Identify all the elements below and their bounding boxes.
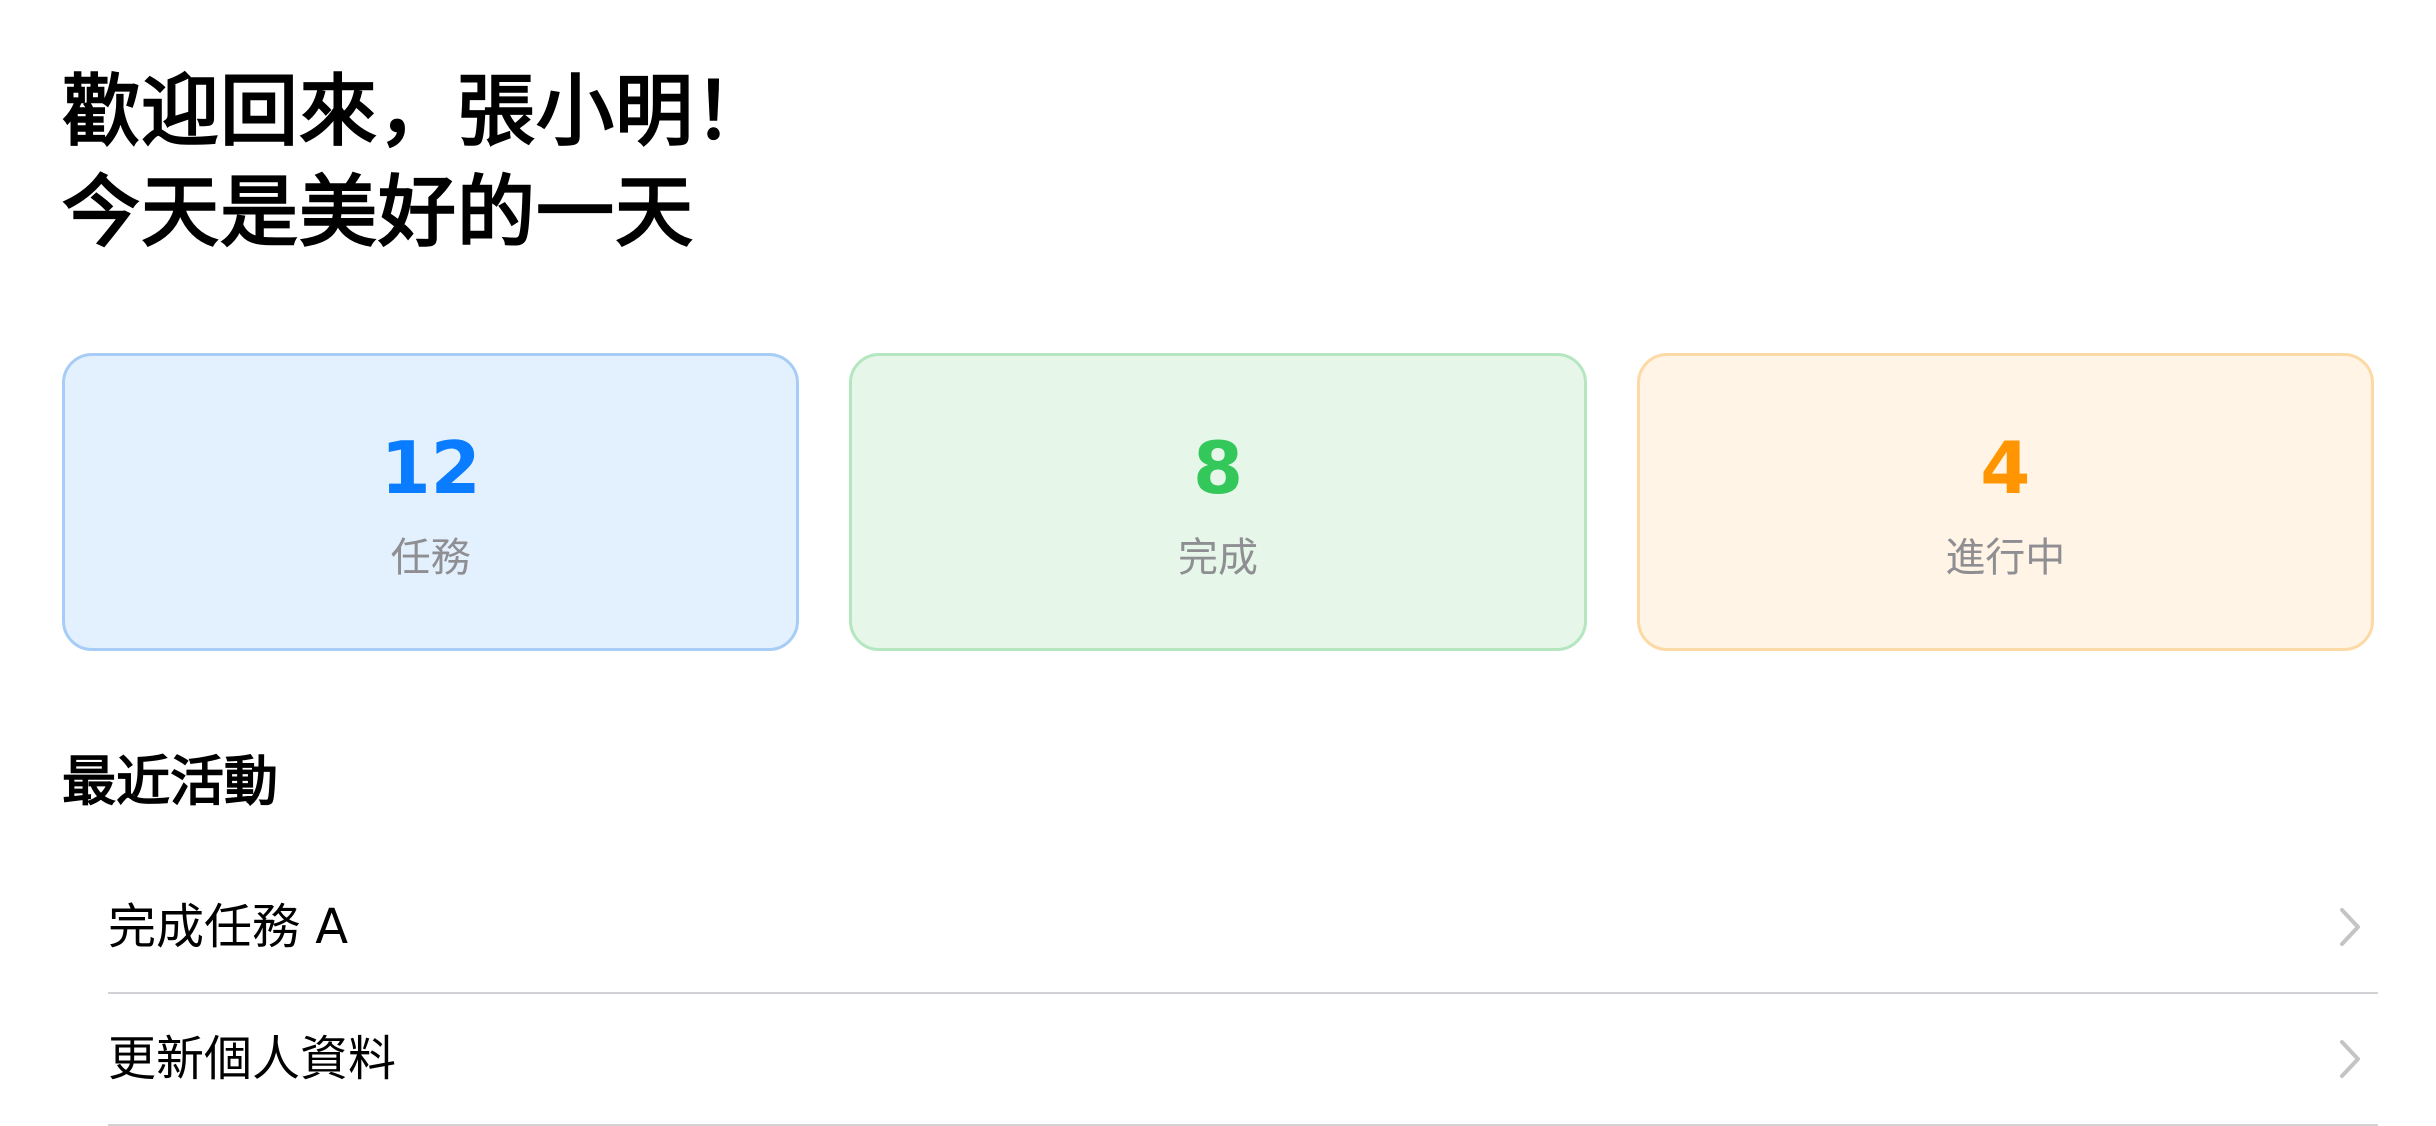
recent-activity-list: 完成任務 A 更新個人資料 (108, 862, 2378, 1126)
activity-item-update-profile[interactable]: 更新個人資料 (108, 994, 2378, 1126)
stat-card-completed[interactable]: 8 完成 (849, 353, 1587, 651)
greeting-line-2: 今天是美好的一天 (62, 168, 695, 258)
stat-value-in-progress: 4 (1980, 426, 2031, 510)
stats-row: 12 任務 8 完成 4 進行中 (62, 353, 2374, 651)
stat-card-tasks[interactable]: 12 任務 (62, 353, 800, 651)
stat-label-completed: 完成 (1177, 535, 1258, 581)
recent-activity-title: 最近活動 (62, 750, 278, 813)
activity-item-complete-task-a[interactable]: 完成任務 A (108, 862, 2378, 994)
stat-value-completed: 8 (1192, 426, 1244, 510)
stat-value-tasks: 12 (380, 426, 481, 510)
activity-label: 更新個人資料 (108, 1031, 397, 1087)
chevron-right-icon (2332, 1037, 2368, 1081)
welcome-greeting: 歡迎回來，張小明！ 今天是美好的一天 (62, 62, 773, 264)
stat-card-in-progress[interactable]: 4 進行中 (1636, 353, 2374, 651)
activity-label: 完成任務 A (108, 899, 349, 955)
chevron-right-icon (2332, 905, 2368, 949)
greeting-line-1: 歡迎回來，張小明！ (62, 67, 774, 157)
stat-label-in-progress: 進行中 (1945, 535, 2066, 581)
stat-label-tasks: 任務 (390, 535, 471, 581)
